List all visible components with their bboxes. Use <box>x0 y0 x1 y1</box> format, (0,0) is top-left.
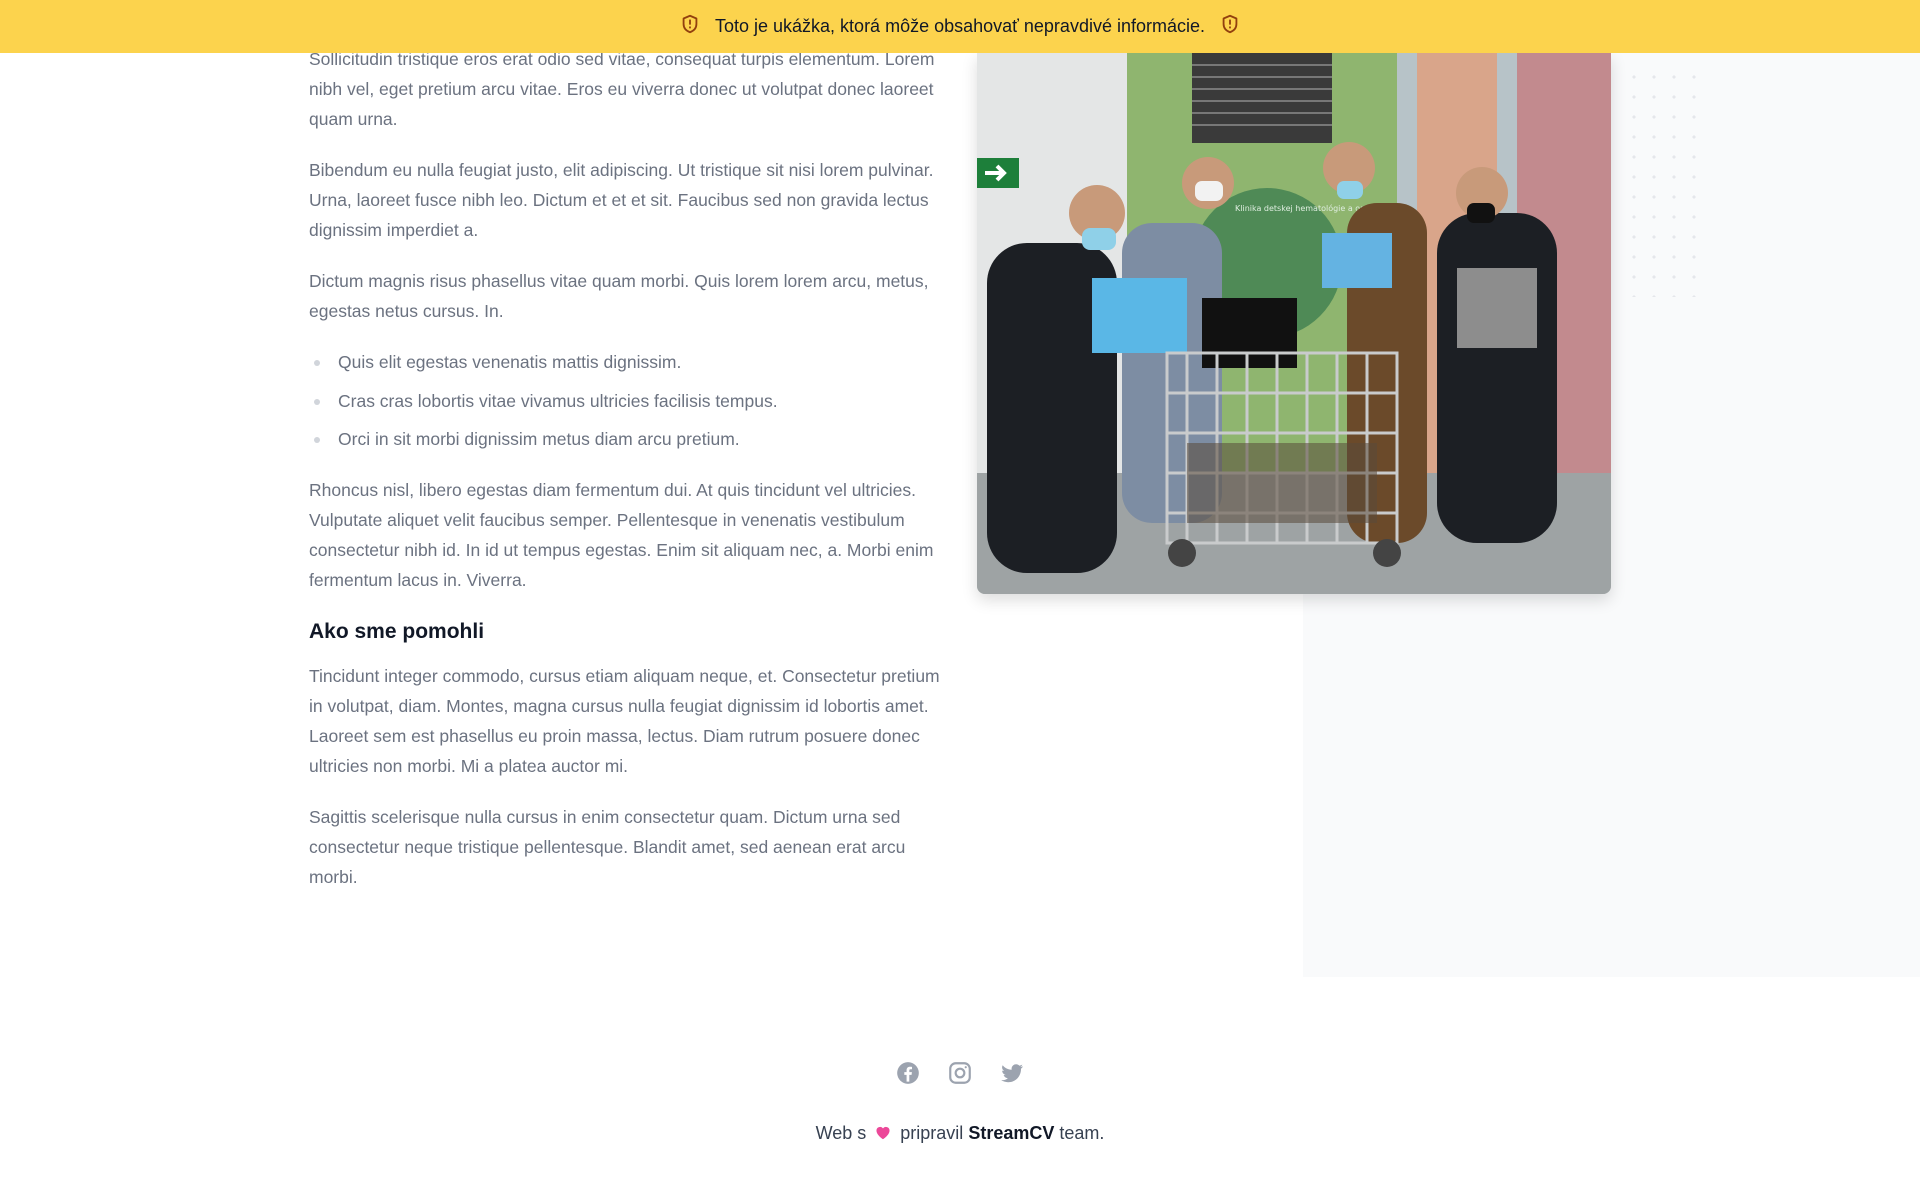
instagram-link[interactable] <box>947 1060 973 1086</box>
article-paragraph: Sagittis scelerisque nulla cursus in eni… <box>309 807 906 887</box>
list-item: Quis elit egestas venenatis mattis digni… <box>309 347 945 377</box>
facebook-icon <box>895 1062 921 1090</box>
credit-middle: pripravil <box>900 1123 964 1143</box>
article-paragraph: Dictum magnis risus phasellus vitae quam… <box>309 271 929 321</box>
list-item: Orci in sit morbi dignissim metus diam a… <box>309 424 945 454</box>
shield-exclamation-icon <box>1219 13 1241 40</box>
shield-exclamation-icon <box>679 13 701 40</box>
section-heading: Ako sme pomohli <box>309 620 485 643</box>
credit-suffix: team. <box>1059 1123 1105 1143</box>
dot-pattern-decoration <box>1624 67 1704 297</box>
instagram-icon <box>947 1062 973 1090</box>
article-paragraph: Sollicitudin tristique eros erat odio se… <box>309 49 935 129</box>
credit-brand: StreamCV <box>968 1123 1055 1143</box>
twitter-icon <box>999 1064 1025 1090</box>
heart-icon <box>871 1123 900 1143</box>
list-item: Cras cras lobortis vitae vivamus ultrici… <box>309 386 945 416</box>
article-paragraph: Rhoncus nisl, libero egestas diam fermen… <box>309 480 934 590</box>
article-paragraph: Tincidunt integer commodo, cursus etiam … <box>309 666 940 776</box>
article-paragraph: Bibendum eu nulla feugiat justo, elit ad… <box>309 160 934 240</box>
facebook-link[interactable] <box>895 1060 921 1086</box>
twitter-link[interactable] <box>999 1060 1025 1086</box>
demo-warning-banner: Toto je ukážka, ktorá môže obsahovať nep… <box>0 0 1920 53</box>
demo-warning-text: Toto je ukážka, ktorá môže obsahovať nep… <box>714 16 1205 36</box>
credit-prefix: Web s <box>815 1123 867 1143</box>
donation-group-photo: Klinika detskej hematológie a onkológie … <box>977 53 1611 594</box>
footer-credit: Web s pripravil StreamCV team. <box>0 1123 1920 1144</box>
article-body: Sollicitudin tristique eros erat odio se… <box>309 44 945 913</box>
social-links <box>0 1060 1920 1086</box>
article-bullet-list: Quis elit egestas venenatis mattis digni… <box>309 347 945 454</box>
